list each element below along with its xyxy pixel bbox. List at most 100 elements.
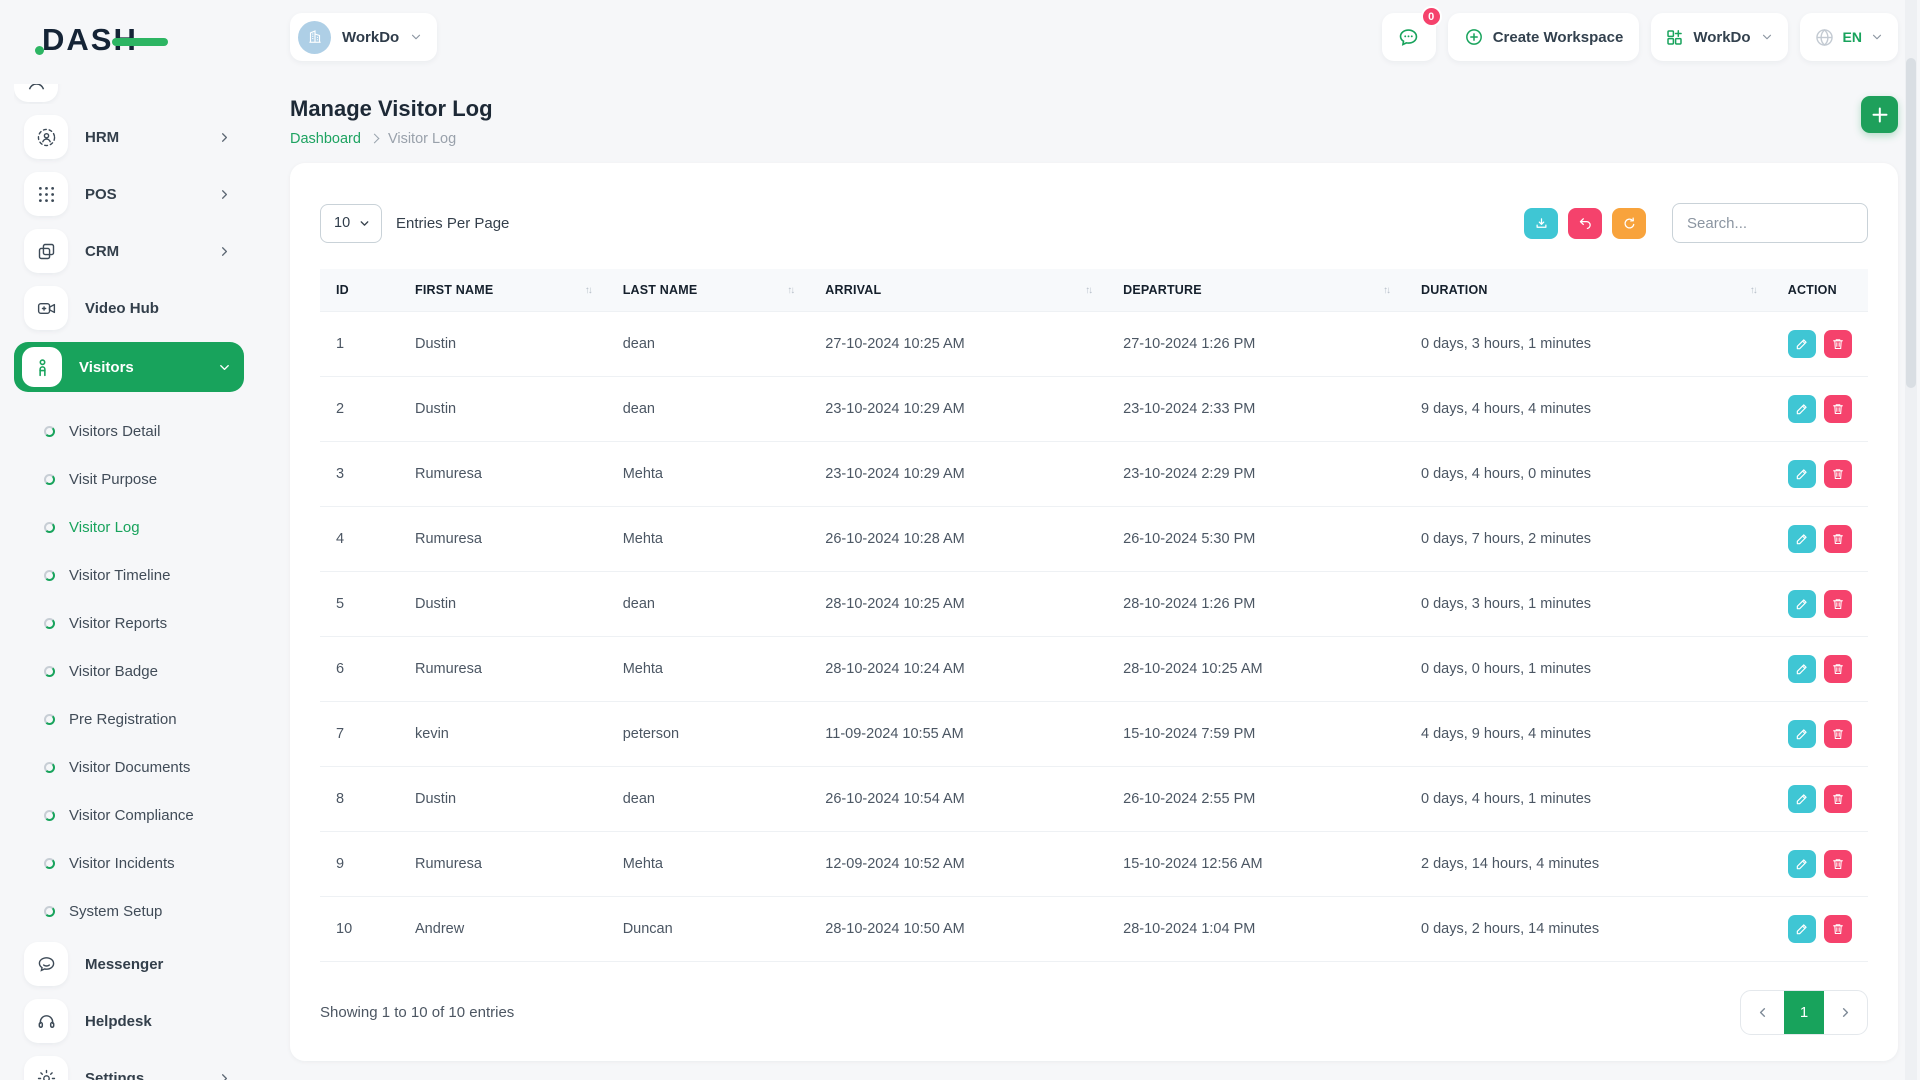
table-row: 6RumuresaMehta28-10-2024 10:24 AM28-10-2… xyxy=(320,637,1868,702)
sidebar-item-crm[interactable]: CRM xyxy=(14,228,244,274)
sidebar-subitem-visit-purpose[interactable]: Visit Purpose xyxy=(14,455,244,503)
sidebar-item-label: POS xyxy=(85,186,117,203)
edit-button[interactable] xyxy=(1788,525,1816,553)
sidebar-subitem-visitor-timeline[interactable]: Visitor Timeline xyxy=(14,551,244,599)
sidebar-subitem-visitor-incidents[interactable]: Visitor Incidents xyxy=(14,839,244,887)
cell-last-name: dean xyxy=(607,312,810,377)
cell-first-name: Dustin xyxy=(399,572,607,637)
video-camera-icon xyxy=(24,286,68,330)
column-header-label: DURATION xyxy=(1421,283,1488,297)
sidebar-subitem-visitor-documents[interactable]: Visitor Documents xyxy=(14,743,244,791)
chat-bubble-icon xyxy=(1397,26,1420,49)
language-selector[interactable]: EN xyxy=(1800,13,1898,61)
messenger-icon xyxy=(24,942,68,986)
sidebar-item-clipped[interactable] xyxy=(14,84,244,104)
sidebar-item-hrm[interactable]: HRM xyxy=(14,114,244,160)
edit-button[interactable] xyxy=(1788,720,1816,748)
pagination-prev-button[interactable] xyxy=(1741,991,1784,1034)
delete-button[interactable] xyxy=(1824,655,1852,683)
breadcrumb-chevron-icon xyxy=(369,133,379,143)
app-switcher-label: WorkDo xyxy=(1693,29,1750,46)
sidebar-subitem-label: Visitor Documents xyxy=(69,759,190,776)
cell-departure: 27-10-2024 1:26 PM xyxy=(1107,312,1405,377)
delete-button[interactable] xyxy=(1824,785,1852,813)
column-header-arrival[interactable]: ARRIVAL ↑↓ xyxy=(809,269,1107,312)
search-input[interactable] xyxy=(1672,203,1868,243)
cell-last-name: Mehta xyxy=(607,832,810,897)
grid-plus-icon xyxy=(1665,28,1684,47)
edit-button[interactable] xyxy=(1788,655,1816,683)
edit-button[interactable] xyxy=(1788,395,1816,423)
edit-button[interactable] xyxy=(1788,460,1816,488)
breadcrumb: Dashboard Visitor Log xyxy=(290,131,493,147)
bullet-icon xyxy=(44,570,55,581)
table-row: 1Dustindean27-10-2024 10:25 AM27-10-2024… xyxy=(320,312,1868,377)
column-header-label: DEPARTURE xyxy=(1123,283,1202,297)
sidebar-item-messenger[interactable]: Messenger xyxy=(14,941,244,987)
bullet-icon xyxy=(44,714,55,725)
breadcrumb-dashboard-link[interactable]: Dashboard xyxy=(290,131,361,147)
column-header-first-name[interactable]: FIRST NAME↑↓ xyxy=(399,269,607,312)
reset-undo-button[interactable] xyxy=(1568,208,1602,239)
edit-button[interactable] xyxy=(1788,590,1816,618)
chevron-left-icon xyxy=(1755,1005,1770,1020)
entries-select-value: 10 xyxy=(334,215,350,231)
delete-button[interactable] xyxy=(1824,915,1852,943)
app-switcher-button[interactable]: WorkDo xyxy=(1651,13,1787,61)
page-scrollbar-thumb[interactable] xyxy=(1906,58,1916,388)
delete-button[interactable] xyxy=(1824,460,1852,488)
sidebar-subitem-pre-registration[interactable]: Pre Registration xyxy=(14,695,244,743)
sidebar-item-visitors[interactable]: Visitors xyxy=(14,342,244,392)
pagination-page-1-button[interactable]: 1 xyxy=(1784,991,1824,1034)
delete-button[interactable] xyxy=(1824,330,1852,358)
sidebar-item-pos[interactable]: POS xyxy=(14,171,244,217)
brand-logo[interactable]: DASH xyxy=(0,0,258,74)
cell-duration: 9 days, 4 hours, 4 minutes xyxy=(1405,377,1772,442)
cell-arrival: 27-10-2024 10:25 AM xyxy=(809,312,1107,377)
sort-arrows-icon: ↑↓ xyxy=(585,285,591,296)
pagination-next-button[interactable] xyxy=(1824,991,1867,1034)
delete-button[interactable] xyxy=(1824,590,1852,618)
edit-button[interactable] xyxy=(1788,330,1816,358)
add-visitor-log-button[interactable] xyxy=(1861,96,1898,133)
delete-button[interactable] xyxy=(1824,720,1852,748)
cell-duration: 0 days, 2 hours, 14 minutes xyxy=(1405,897,1772,962)
column-header-label: ARRIVAL xyxy=(825,283,881,297)
sidebar-subitem-visitor-log[interactable]: Visitor Log xyxy=(14,503,244,551)
column-header-duration[interactable]: DURATION↑↓ xyxy=(1405,269,1772,312)
sidebar-subitem-system-setup[interactable]: System Setup xyxy=(14,887,244,935)
pos-icon xyxy=(24,172,68,216)
sidebar-item-label: HRM xyxy=(85,129,119,146)
table-row: 3RumuresaMehta23-10-2024 10:29 AM23-10-2… xyxy=(320,442,1868,507)
cell-last-name: Mehta xyxy=(607,442,810,507)
cell-last-name: peterson xyxy=(607,702,810,767)
sidebar-item-video-hub[interactable]: Video Hub xyxy=(14,285,244,331)
create-workspace-button[interactable]: Create Workspace xyxy=(1448,13,1640,61)
delete-button[interactable] xyxy=(1824,850,1852,878)
sort-arrows-icon: ↑↓ xyxy=(1085,285,1091,296)
workspace-switcher[interactable]: WorkDo xyxy=(290,13,437,61)
logo-dash-accent xyxy=(112,38,168,46)
export-download-button[interactable] xyxy=(1524,208,1558,239)
edit-button[interactable] xyxy=(1788,785,1816,813)
cell-action xyxy=(1772,312,1868,377)
delete-button[interactable] xyxy=(1824,395,1852,423)
column-header-last-name[interactable]: LAST NAME↑↓ xyxy=(607,269,810,312)
sidebar-subitem-visitor-badge[interactable]: Visitor Badge xyxy=(14,647,244,695)
sidebar-subitem-visitor-compliance[interactable]: Visitor Compliance xyxy=(14,791,244,839)
sidebar-item-settings[interactable]: Settings xyxy=(14,1055,244,1080)
column-header-departure[interactable]: DEPARTURE↑↓ xyxy=(1107,269,1405,312)
cell-arrival: 23-10-2024 10:29 AM xyxy=(809,442,1107,507)
edit-button[interactable] xyxy=(1788,850,1816,878)
refresh-button[interactable] xyxy=(1612,208,1646,239)
entries-per-page-select[interactable]: 10 xyxy=(320,204,382,243)
sidebar-subitem-label: Visitors Detail xyxy=(69,423,160,440)
sidebar-subitem-visitors-detail[interactable]: Visitors Detail xyxy=(14,407,244,455)
chevron-down-icon xyxy=(409,30,423,44)
sidebar-item-helpdesk[interactable]: Helpdesk xyxy=(14,998,244,1044)
sidebar-subitem-label: Visitor Compliance xyxy=(69,807,194,824)
sidebar-subitem-visitor-reports[interactable]: Visitor Reports xyxy=(14,599,244,647)
delete-button[interactable] xyxy=(1824,525,1852,553)
messages-button[interactable]: 0 xyxy=(1382,13,1436,61)
edit-button[interactable] xyxy=(1788,915,1816,943)
